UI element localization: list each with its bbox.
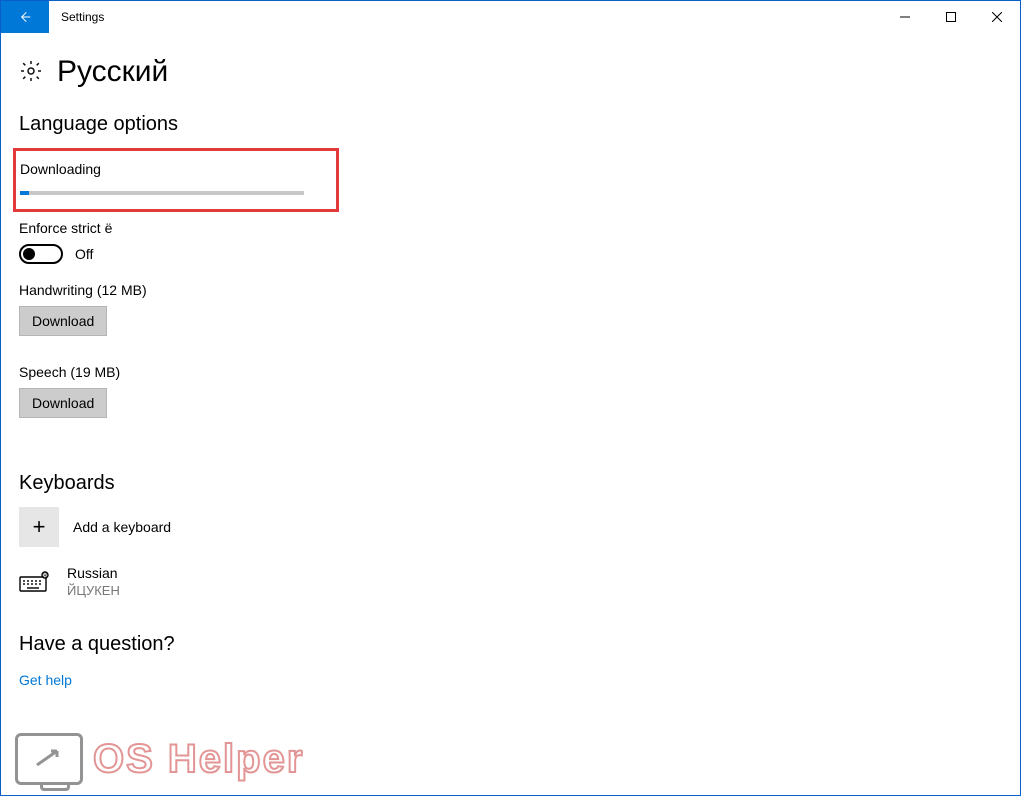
- keyboard-name: Russian: [67, 565, 120, 583]
- watermark-monitor-icon: [15, 733, 83, 785]
- speech-download-button[interactable]: Download: [19, 388, 107, 418]
- content-area: Русский Language options Downloading Enf…: [1, 33, 1020, 688]
- close-button[interactable]: [974, 1, 1020, 33]
- enforce-toggle[interactable]: [19, 244, 63, 264]
- handwriting-label: Handwriting (12 MB): [19, 282, 1002, 298]
- enforce-toggle-row: Off: [19, 244, 1002, 264]
- settings-window: Settings Русский Language options: [0, 0, 1021, 796]
- section-language-options: Language options: [19, 113, 1002, 136]
- plus-icon: +: [19, 507, 59, 547]
- section-keyboards: Keyboards: [19, 472, 1002, 495]
- maximize-button[interactable]: [928, 1, 974, 33]
- download-progress-fill: [20, 191, 29, 195]
- minimize-button[interactable]: [882, 1, 928, 33]
- add-keyboard-label: Add a keyboard: [73, 519, 171, 535]
- keyboard-item-russian[interactable]: Ж Russian ЙЦУКЕН: [19, 565, 1002, 599]
- add-keyboard-row[interactable]: + Add a keyboard: [19, 507, 1002, 547]
- maximize-icon: [946, 12, 956, 22]
- download-progress: [20, 191, 304, 195]
- gear-icon: [19, 59, 43, 86]
- enforce-strict-label: Enforce strict ё: [19, 220, 1002, 236]
- minimize-icon: [900, 12, 910, 22]
- get-help-link[interactable]: Get help: [19, 672, 72, 688]
- keyboard-layout: ЙЦУКЕН: [67, 583, 120, 599]
- page-title: Русский: [57, 55, 168, 89]
- page-header: Русский: [19, 55, 1002, 89]
- download-highlight: Downloading: [13, 148, 339, 212]
- window-title: Settings: [49, 1, 104, 33]
- toggle-knob-icon: [23, 248, 35, 260]
- titlebar: Settings: [1, 1, 1020, 33]
- arrow-left-icon: [17, 9, 33, 25]
- window-caption-buttons: [882, 1, 1020, 33]
- close-icon: [992, 12, 1002, 22]
- toggle-state-label: Off: [75, 246, 93, 262]
- have-a-question-heading: Have a question?: [19, 633, 1002, 656]
- svg-text:Ж: Ж: [43, 573, 48, 579]
- keyboard-icon: Ж: [19, 570, 53, 594]
- speech-label: Speech (19 MB): [19, 364, 1002, 380]
- downloading-label: Downloading: [20, 161, 328, 177]
- watermark-text: OS Helper: [93, 737, 304, 782]
- keyboard-labels: Russian ЙЦУКЕН: [67, 565, 120, 599]
- handwriting-download-button[interactable]: Download: [19, 306, 107, 336]
- back-button[interactable]: [1, 1, 49, 33]
- watermark: OS Helper: [15, 733, 304, 785]
